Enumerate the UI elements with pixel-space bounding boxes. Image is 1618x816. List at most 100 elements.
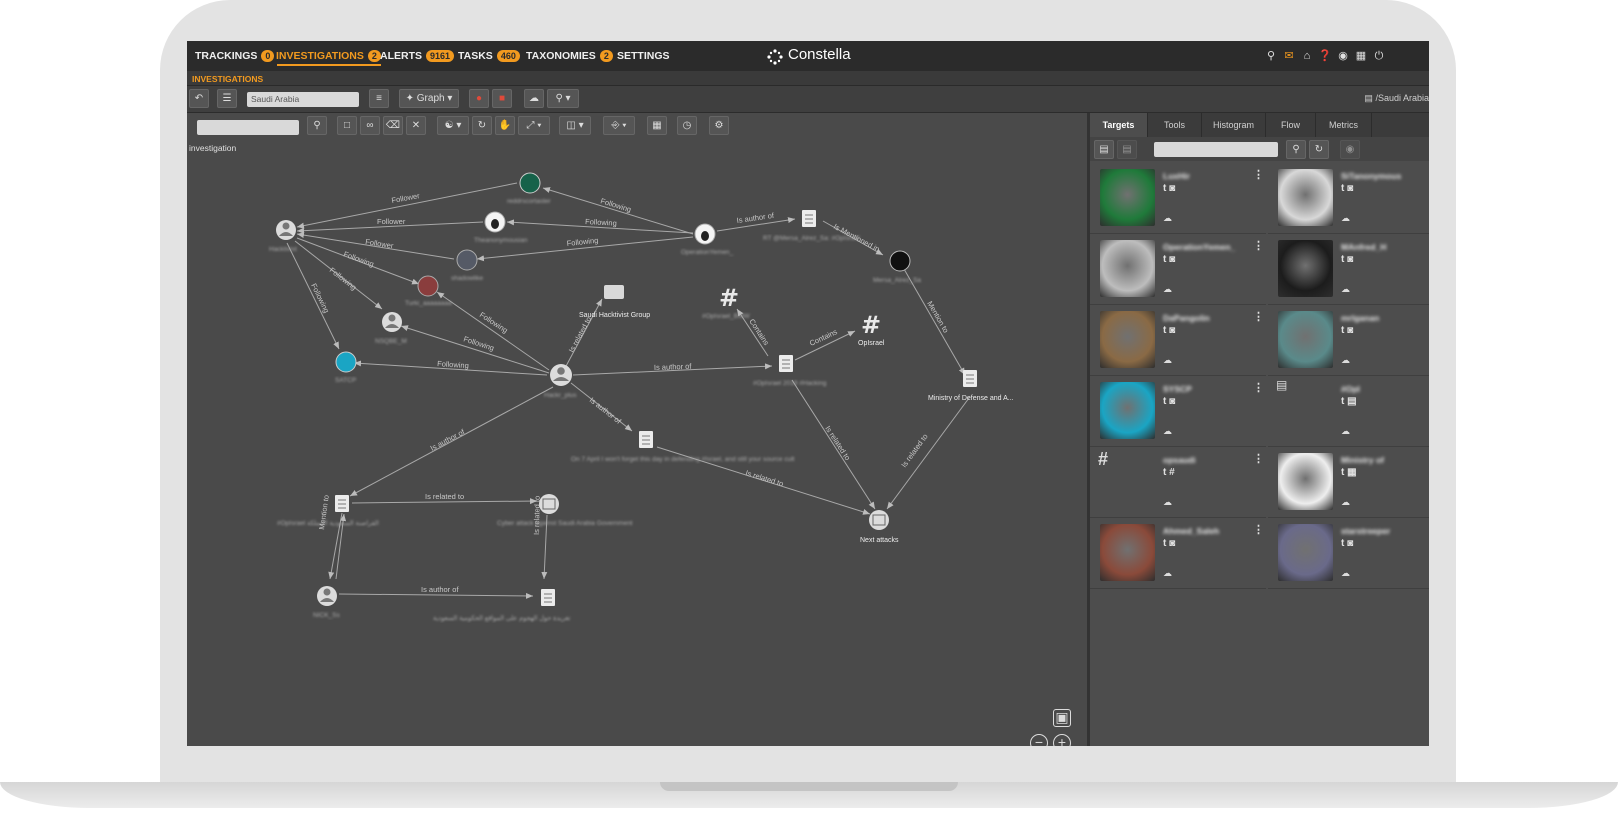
target-card[interactable]: SYSCP t ◙ ☁ ⋮ — [1090, 376, 1266, 447]
hashtag-node[interactable]: # OpIsrael — [858, 311, 885, 347]
edge-label-follower-2: Follower — [377, 217, 406, 226]
avatar-node[interactable]: Theanonymousian — [474, 211, 528, 244]
target-card[interactable]: MAnfred_Ht ◙☁⋮ — [1268, 234, 1429, 305]
cloud-icon[interactable]: ☁ — [1341, 355, 1350, 366]
target-card[interactable]: # opsaudi t # ☁ ⋮ — [1090, 447, 1266, 518]
edge-label-following-a: Following — [342, 249, 375, 268]
search-icon[interactable]: ⚲ — [1286, 140, 1306, 159]
cloud-icon[interactable]: ☁ — [524, 89, 544, 108]
fit-to-screen-icon[interactable]: ▣ — [1053, 709, 1071, 727]
cloud-icon[interactable]: ☁ — [1163, 284, 1172, 295]
record-icon[interactable]: ● — [469, 89, 489, 108]
target-card[interactable]: SiTanonymoust ◙☁⋮ — [1268, 163, 1429, 234]
target-card[interactable]: DaPangolin t ◙ ☁ ⋮ — [1090, 305, 1266, 376]
cloud-icon[interactable]: ☁ — [1341, 213, 1350, 224]
target-name: OperationYemen_ — [1163, 242, 1236, 252]
cloud-icon[interactable]: ☁ — [1163, 568, 1172, 579]
zoom-dropdown-button[interactable]: ⚲ ▾ — [547, 89, 579, 108]
user-node[interactable]: Hackr_plus — [544, 364, 577, 399]
back-button[interactable]: ↶ — [189, 89, 209, 108]
tree-view-button[interactable]: ☰ — [217, 89, 237, 108]
nav-taxonomies[interactable]: TAXONOMIES 2 — [526, 50, 613, 62]
document-node[interactable]: #OpIsrael 2019 #Hacking — [753, 355, 827, 387]
graph-canvas[interactable]: ⚲ □ ∞ ⌫ ✕ ☯ ▾ ↻ ✋ ⤢ ▾ ◫ ▾ ⎆ ▾ ▦ ◷ ⚙ inve… — [187, 113, 1088, 746]
target-card[interactable]: starstreepert ◙☁⋮ — [1268, 518, 1429, 589]
document-node[interactable]: Ministry of Defense and A... — [928, 370, 1014, 402]
nav-alerts[interactable]: ALERTS 9161 — [380, 50, 455, 62]
home-icon[interactable]: ⌂ — [1300, 49, 1314, 63]
more-options-icon[interactable]: ⋮ — [1253, 239, 1264, 252]
document-node[interactable]: On 7 April I won't forget this day in de… — [571, 431, 795, 463]
edge-label-following-e: Following — [585, 217, 617, 228]
stop-icon[interactable]: ◉ — [1340, 140, 1360, 159]
target-card[interactable]: mrlganant ◙☁⋮ — [1268, 305, 1429, 376]
targets-search-input[interactable] — [1154, 142, 1278, 157]
graph-view-dropdown[interactable]: ✦ Graph ▾ — [399, 89, 459, 108]
apps-icon[interactable]: ▦ — [1354, 49, 1368, 63]
video-icon[interactable]: ■ — [492, 89, 512, 108]
hashtag-node[interactable]: # #OpIsrael_BMW — [702, 284, 751, 320]
svg-text:Hackr_plus: Hackr_plus — [544, 392, 577, 399]
target-card[interactable]: LuxHir t ◙ ☁ ⋮ — [1090, 163, 1266, 234]
avatar-node[interactable]: SATCP — [335, 351, 357, 384]
svg-text:reddrscortaster: reddrscortaster — [507, 198, 552, 205]
cloud-icon[interactable]: ☁ — [1163, 213, 1172, 224]
target-avatar — [1278, 240, 1333, 297]
group-node[interactable]: Saudi Hacktivist Group — [579, 285, 650, 319]
target-avatar — [1100, 311, 1155, 368]
zoom-in-button[interactable]: + — [1053, 734, 1071, 746]
cloud-icon[interactable]: ☁ — [1341, 568, 1350, 579]
zoom-out-button[interactable]: − — [1030, 734, 1048, 746]
cloud-icon[interactable]: ☁ — [1341, 497, 1350, 508]
target-card[interactable]: OperationYemen_ t ◙ ☁ ⋮ — [1090, 234, 1266, 305]
taxonomies-count-badge: 2 — [599, 50, 613, 62]
investigation-name-input[interactable]: Saudi Arabia — [247, 92, 359, 107]
search-icon[interactable]: ⚲ — [1264, 49, 1278, 63]
avatar-node[interactable]: OperationYemen_ — [681, 223, 734, 256]
edge-related-3 — [886, 397, 970, 510]
edge-label-following-f: Following — [566, 236, 598, 248]
nav-tasks[interactable]: TASKS 460 — [458, 50, 520, 62]
investigation-graph[interactable]: Follower Follower Follower Following Fol… — [187, 113, 1088, 746]
cloud-icon[interactable]: ☁ — [1341, 426, 1350, 437]
list-view-button[interactable]: ≡ — [369, 89, 389, 108]
more-options-icon[interactable]: ⋮ — [1253, 523, 1264, 536]
avatar-node[interactable]: shadowlike — [451, 249, 484, 282]
edge-label-author-3: Is author of — [588, 395, 624, 426]
tab-metrics[interactable]: Metrics — [1316, 113, 1372, 137]
mail-icon[interactable]: ✉ — [1282, 49, 1296, 63]
tab-flow[interactable]: Flow — [1266, 113, 1316, 137]
nav-investigations[interactable]: INVESTIGATIONS 2 — [276, 50, 381, 62]
tab-targets[interactable]: Targets — [1090, 113, 1148, 137]
more-options-icon[interactable]: ⋮ — [1253, 381, 1264, 394]
nav-trackings[interactable]: TRACKINGS 0 — [195, 50, 275, 62]
avatar-node[interactable]: Turki_aaaaaaaa — [405, 275, 452, 307]
avatar-node[interactable]: Mersa_Alrez_Sa — [873, 250, 921, 284]
more-options-icon[interactable]: ⋮ — [1253, 168, 1264, 181]
help-icon[interactable]: ❓ — [1318, 49, 1332, 63]
graph-view-label: Graph — [416, 93, 445, 104]
nav-settings[interactable]: SETTINGS — [617, 50, 670, 62]
refresh-icon[interactable]: ↻ — [1309, 140, 1329, 159]
cloud-icon[interactable]: ☁ — [1163, 426, 1172, 437]
target-card[interactable]: Ministry oft ▦☁⋮ — [1268, 447, 1429, 518]
more-options-icon[interactable]: ⋮ — [1253, 452, 1264, 465]
event-node[interactable]: Next attacks — [860, 510, 899, 544]
section-title: INVESTIGATIONS — [192, 74, 264, 84]
event-node[interactable]: Cyber attack against Saudi Arabia Govern… — [497, 494, 633, 527]
cloud-icon[interactable]: ☁ — [1163, 497, 1172, 508]
support-icon[interactable]: ◉ — [1336, 49, 1350, 63]
tab-tools[interactable]: Tools — [1148, 113, 1202, 137]
paste-icon[interactable]: ▤ — [1117, 140, 1137, 159]
clipboard-icon[interactable]: ▤ — [1094, 140, 1114, 159]
user-node[interactable]: NSQBE_M — [375, 312, 407, 345]
user-node[interactable]: NICK_Ss — [313, 586, 340, 619]
more-options-icon[interactable]: ⋮ — [1253, 310, 1264, 323]
cloud-icon[interactable]: ☁ — [1163, 355, 1172, 366]
tab-histogram[interactable]: Histogram — [1202, 113, 1266, 137]
target-card[interactable]: ▤#OpIt ▤☁⋮ — [1268, 376, 1429, 447]
target-card[interactable]: Ahmed_Saleh t ◙ ☁ ⋮ — [1090, 518, 1266, 589]
cloud-icon[interactable]: ☁ — [1341, 284, 1350, 295]
power-icon[interactable]: ⏻ — [1372, 49, 1386, 63]
user-node[interactable]: Hacktivist — [269, 220, 297, 253]
